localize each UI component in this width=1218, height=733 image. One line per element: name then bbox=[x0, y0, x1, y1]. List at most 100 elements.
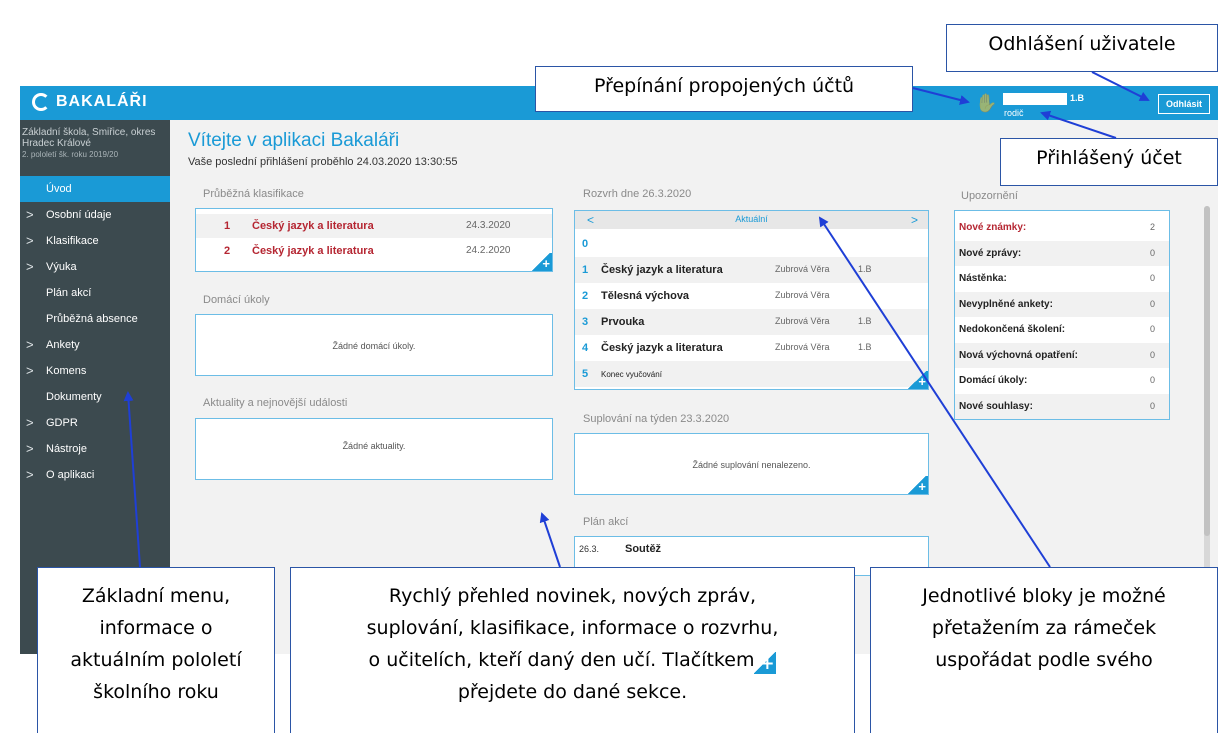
notification-row[interactable]: Nevyplněné ankety: 0 bbox=[955, 291, 1169, 317]
timetable-row[interactable]: 4 Český jazyk a literatura Zubrová Věra 1.B bbox=[575, 335, 928, 361]
substitutions-plus-button[interactable]: + bbox=[906, 476, 928, 494]
sidebar-item-label: Ankety bbox=[46, 339, 80, 351]
sidebar-item-label: Plán akcí bbox=[46, 287, 92, 299]
timetable-class: 1.B bbox=[858, 264, 872, 274]
sidebar-item-label: Dokumenty bbox=[46, 391, 102, 403]
notification-row[interactable]: Nová výchovná opatření: 0 bbox=[955, 342, 1169, 368]
timetable-class: 1.B bbox=[858, 316, 872, 326]
timetable-row[interactable]: 1 Český jazyk a literatura Zubrová Věra 1.B bbox=[575, 257, 928, 283]
timetable-lesson-number: 3 bbox=[582, 316, 589, 328]
scrollbar-thumb[interactable] bbox=[1204, 206, 1210, 536]
chevron-right-icon: > bbox=[26, 415, 34, 430]
timetable-row[interactable]: 0 bbox=[575, 231, 928, 257]
timetable-lesson-number: 0 bbox=[582, 238, 589, 250]
sidebar-item[interactable]: > Osobní údaje bbox=[20, 202, 170, 228]
timetable-teacher: Zubrová Věra bbox=[775, 316, 830, 326]
grade-date: 24.2.2020 bbox=[466, 245, 511, 256]
timetable-subject: Konec vyučování bbox=[601, 370, 662, 379]
notification-count: 0 bbox=[1149, 349, 1155, 360]
grade-date: 24.3.2020 bbox=[466, 220, 511, 231]
news-title: Aktuality a nejnovější události bbox=[203, 397, 348, 409]
sidebar-item-label: Nástroje bbox=[46, 443, 87, 455]
notification-label: Domácí úkoly: bbox=[959, 375, 1028, 386]
user-name-field bbox=[1003, 93, 1067, 105]
notification-label: Nevyplněné ankety: bbox=[959, 298, 1053, 310]
news-empty-text: Žádné aktuality. bbox=[342, 441, 406, 451]
notification-row[interactable]: Nové souhlasy: 0 bbox=[955, 393, 1169, 419]
notification-label: Nedokončená školení: bbox=[959, 324, 1066, 335]
news-panel[interactable]: Žádné aktuality. bbox=[195, 418, 553, 480]
notification-label: Nové souhlasy: bbox=[959, 400, 1033, 412]
sidebar-item[interactable]: > O aplikaci bbox=[20, 462, 170, 488]
timetable-class: 1.B bbox=[858, 342, 872, 352]
callout-logout-text: Odhlášení uživatele bbox=[988, 33, 1176, 55]
notification-count: 0 bbox=[1149, 375, 1155, 385]
notification-row[interactable]: Nové zprávy: 0 bbox=[955, 240, 1169, 266]
timetable-plus-button[interactable]: + bbox=[906, 371, 928, 389]
sidebar-item[interactable]: > Komens bbox=[20, 358, 170, 384]
notifications-panel[interactable]: Nové známky: 2 Nové zprávy: 0 Nástěnka: 0 Nevy… bbox=[954, 210, 1170, 420]
callout-overview-line: Rychlý přehled novinek, nových zpráv, bbox=[388, 585, 757, 607]
timetable-panel[interactable]: < Aktuální > 0 1 Český jazyk a literatura Z… bbox=[574, 210, 929, 390]
sidebar-item[interactable]: Dokumenty bbox=[20, 384, 170, 410]
sidebar-item[interactable]: > Výuka bbox=[20, 254, 170, 280]
sidebar-item[interactable]: > GDPR bbox=[20, 410, 170, 436]
grades-panel[interactable]: 1 Český jazyk a literatura 24.3.2020 2 Č… bbox=[195, 208, 553, 272]
homework-panel[interactable]: Žádné domácí úkoly. bbox=[195, 314, 553, 376]
callout-overview: Rychlý přehled novinek, nových zpráv, su… bbox=[290, 567, 855, 733]
timetable-header: < Aktuální > bbox=[575, 211, 928, 229]
term-info: 2. pololetí šk. roku 2019/20 bbox=[22, 150, 119, 159]
callout-switch-text: Přepínání propojených účtů bbox=[593, 75, 855, 97]
sidebar-item[interactable]: Úvod bbox=[20, 176, 170, 202]
notification-count: 0 bbox=[1149, 247, 1155, 258]
callout-menu: Základní menu, informace o aktuálním pol… bbox=[37, 567, 275, 733]
notification-row[interactable]: Nové známky: 2 bbox=[955, 215, 1169, 240]
timetable-next-button[interactable]: > bbox=[911, 213, 918, 227]
sidebar-item[interactable]: Plán akcí bbox=[20, 280, 170, 306]
notification-count: 0 bbox=[1149, 400, 1155, 411]
callout-blocks-line: uspořádat podle svého bbox=[935, 649, 1153, 671]
sidebar-item-label: O aplikaci bbox=[46, 469, 95, 481]
callout-blocks: Jednotlivé bloky je možné přetažením za … bbox=[870, 567, 1218, 733]
callout-menu-line: Základní menu, bbox=[81, 585, 231, 607]
substitutions-panel[interactable]: Žádné suplování nenalezeno. + bbox=[574, 433, 929, 495]
notification-label: Nové zprávy: bbox=[959, 247, 1022, 259]
grade-row[interactable]: 1 Český jazyk a literatura 24.3.2020 bbox=[196, 214, 552, 238]
timetable-title: Rozvrh dne 26.3.2020 bbox=[583, 188, 692, 200]
timetable-row[interactable]: 5 Konec vyučování bbox=[575, 361, 928, 387]
school-info: Základní škola, Smiřice, okres Hradec Kr… bbox=[20, 120, 170, 176]
timetable-current[interactable]: Aktuální bbox=[575, 214, 928, 224]
sidebar-item-label: Komens bbox=[46, 365, 87, 377]
user-role: rodič bbox=[1004, 108, 1024, 118]
chevron-right-icon: > bbox=[26, 233, 34, 248]
notification-count: 0 bbox=[1149, 324, 1155, 334]
sidebar-item[interactable]: > Nástroje bbox=[20, 436, 170, 462]
notification-row[interactable]: Domácí úkoly: 0 bbox=[955, 368, 1169, 393]
callout-logout: Odhlášení uživatele bbox=[946, 24, 1218, 72]
timetable-subject: Tělesná výchova bbox=[601, 290, 690, 302]
grade-row[interactable]: 2 Český jazyk a literatura 24.2.2020 bbox=[196, 239, 552, 263]
sidebar-item[interactable]: > Ankety bbox=[20, 332, 170, 358]
sidebar-item[interactable]: > Klasifikace bbox=[20, 228, 170, 254]
homework-empty-text: Žádné domácí úkoly. bbox=[332, 341, 416, 351]
logo-text: BAKALÁŘI bbox=[56, 93, 148, 110]
logo[interactable]: BAKALÁŘI bbox=[32, 93, 148, 111]
timetable-row[interactable]: 2 Tělesná výchova Zubrová Věra bbox=[575, 283, 928, 309]
events-title: Plán akcí bbox=[583, 516, 629, 528]
timetable-row[interactable]: 3 Prvouka Zubrová Věra 1.B bbox=[575, 309, 928, 335]
notification-row[interactable]: Nedokončená školení: 0 bbox=[955, 317, 1169, 342]
chevron-right-icon: > bbox=[26, 337, 34, 352]
sidebar-item-label: Úvod bbox=[46, 183, 72, 195]
grades-plus-button[interactable]: + bbox=[530, 253, 552, 271]
timetable-subject: Český jazyk a literatura bbox=[601, 264, 723, 276]
page-title: Vítejte v aplikaci Bakaláři bbox=[188, 130, 400, 151]
logout-button[interactable]: Odhlásit bbox=[1158, 94, 1210, 114]
notification-row[interactable]: Nástěnka: 0 bbox=[955, 266, 1169, 291]
chevron-right-icon: > bbox=[26, 441, 34, 456]
sidebar-item[interactable]: Průběžná absence bbox=[20, 306, 170, 332]
last-login-info: Vaše poslední přihlášení proběhlo 24.03.… bbox=[188, 156, 458, 168]
callout-logged-account: Přihlášený účet bbox=[1000, 138, 1218, 186]
notifications-title: Upozornění bbox=[961, 190, 1018, 202]
switch-accounts-icon[interactable]: ✋ bbox=[975, 94, 997, 112]
notification-count: 0 bbox=[1149, 298, 1155, 309]
